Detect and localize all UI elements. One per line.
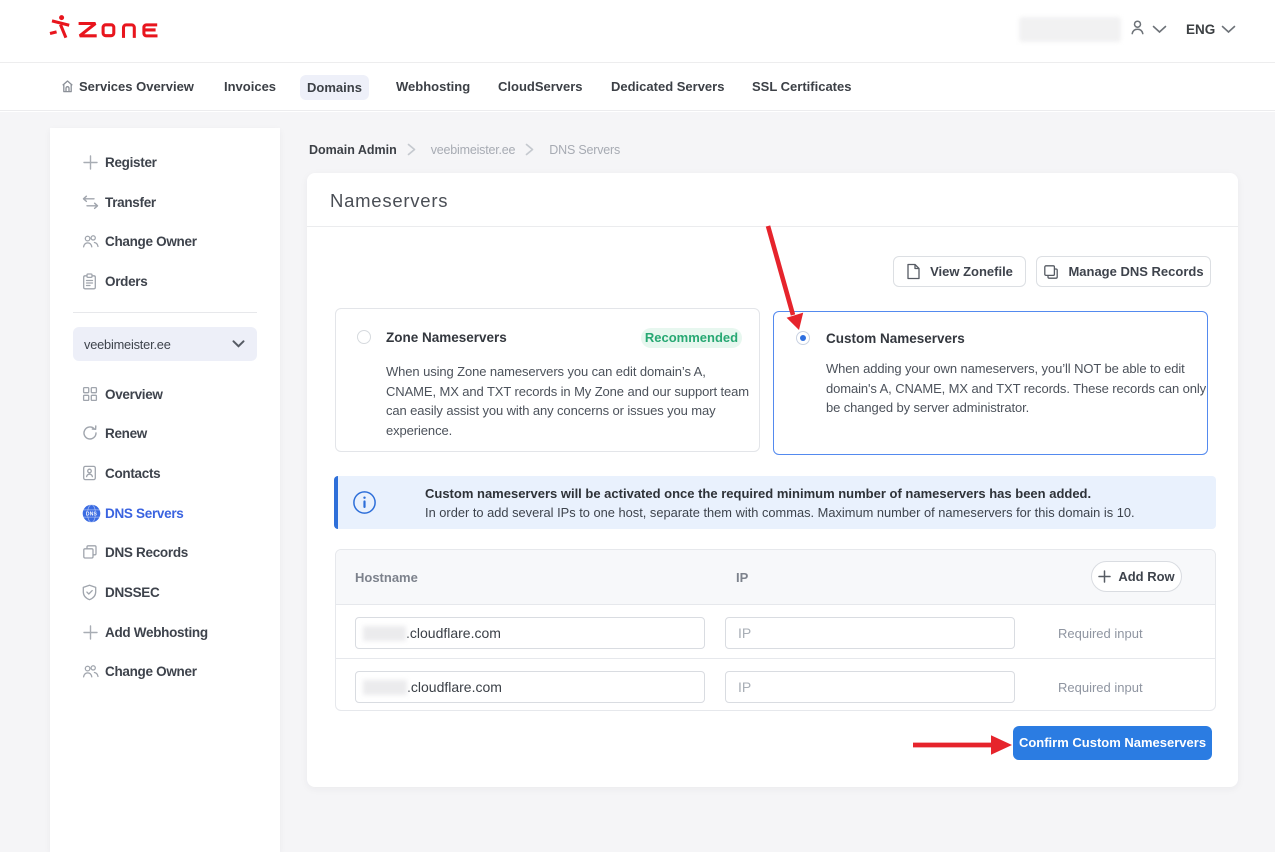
svg-text:DNS: DNS [86,511,98,517]
